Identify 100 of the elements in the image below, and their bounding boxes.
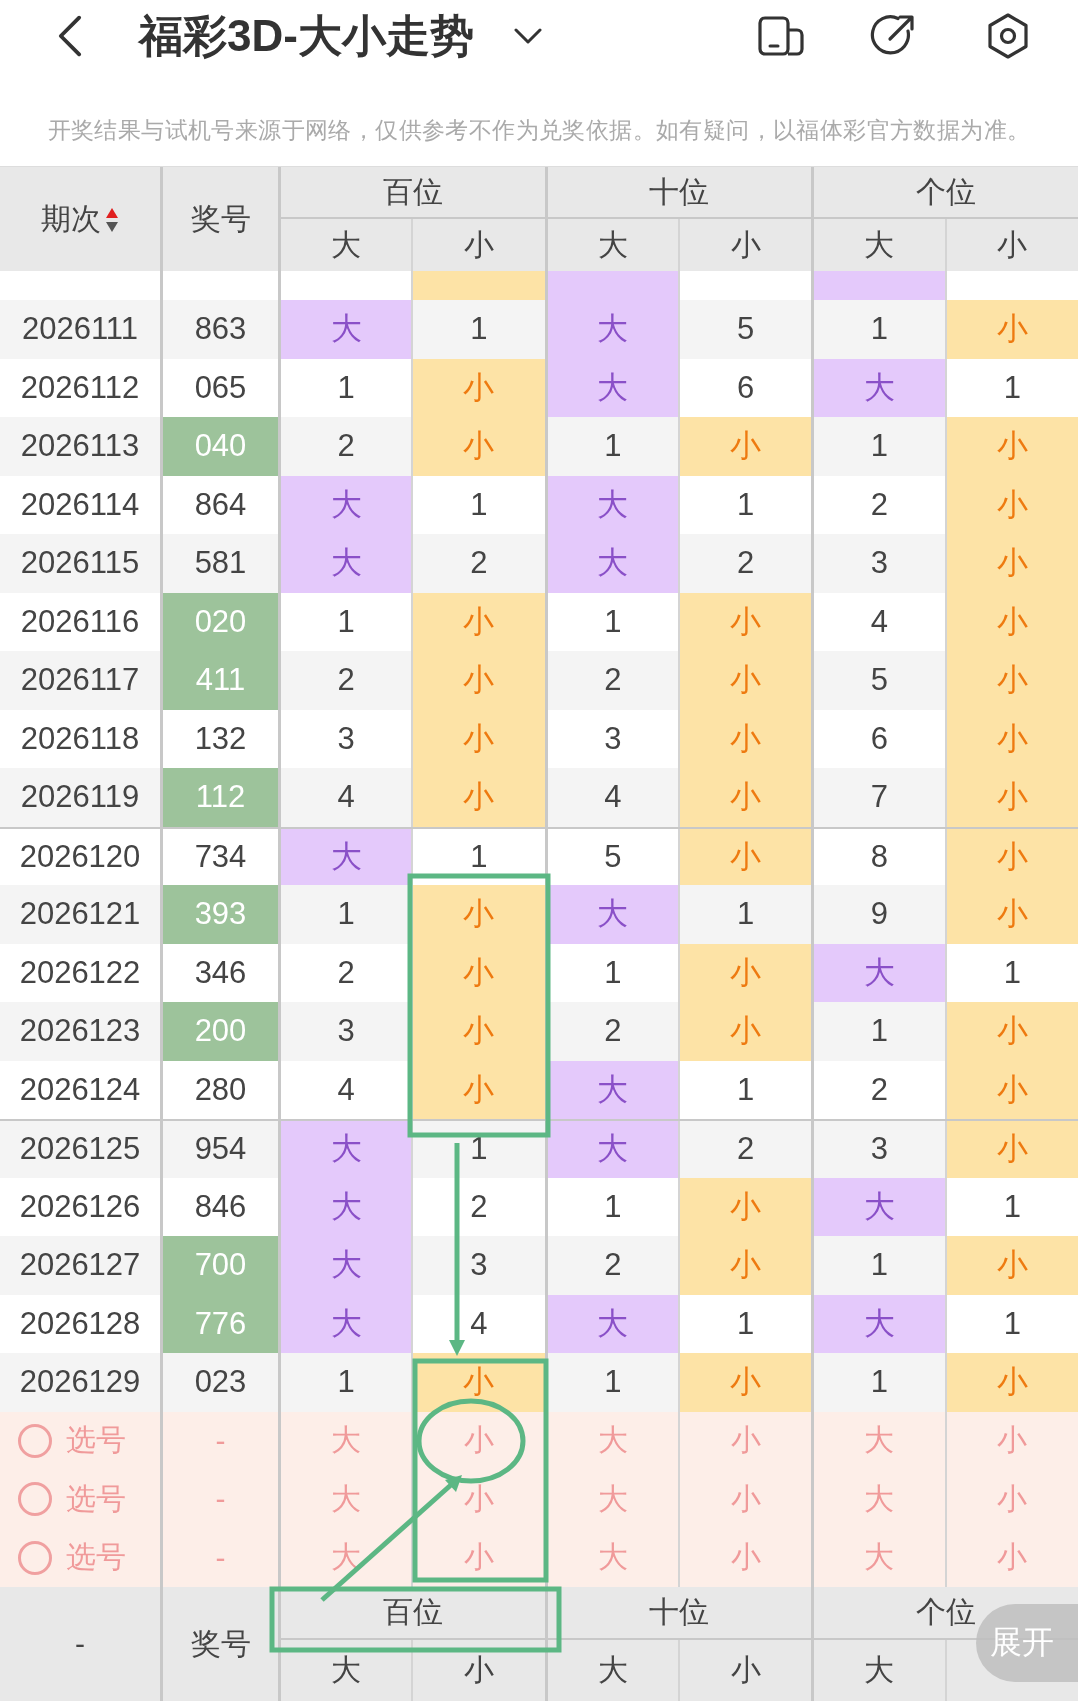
number-cell: - xyxy=(215,1540,226,1575)
period-cell: 2026111 xyxy=(21,311,139,348)
column-header[interactable]: 期次 xyxy=(41,199,101,240)
big-cell: 大 xyxy=(544,885,678,944)
pick-option[interactable]: 大 xyxy=(597,1420,628,1462)
device-icon[interactable] xyxy=(758,16,804,56)
small-cell: 小 xyxy=(678,768,812,827)
big-cell: 大 xyxy=(544,300,678,359)
small-cell: 小 xyxy=(678,417,812,476)
radio-button[interactable] xyxy=(18,1423,52,1458)
small-cell: 小 xyxy=(678,651,812,710)
pick-option[interactable]: 小 xyxy=(997,1478,1028,1520)
big-cell: 大 xyxy=(278,1294,412,1353)
period-cell: 2026122 xyxy=(19,954,141,991)
pick-option[interactable]: 小 xyxy=(997,1420,1028,1462)
small-cell: 小 xyxy=(678,828,812,885)
small-cell: 小 xyxy=(944,475,1078,534)
small-cell: 小 xyxy=(944,1236,1078,1295)
column-header: 小 xyxy=(464,227,494,263)
period-cell: 2026118 xyxy=(20,720,140,757)
small-cell: 小 xyxy=(411,1002,545,1061)
column-header: 十位 xyxy=(649,1594,710,1630)
pick-option[interactable]: 大 xyxy=(331,1420,362,1462)
disclaimer-text: 开奖结果与试机号来源于网络，仅供参考不作为兑奖依据。如有疑问，以福体彩官方数据为准。 xyxy=(46,116,1032,145)
period-cell: 2026114 xyxy=(20,486,140,523)
small-cell: 小 xyxy=(944,417,1078,476)
small-cell: 小 xyxy=(944,592,1078,651)
period-cell: 2026120 xyxy=(19,838,141,875)
small-cell: 小 xyxy=(411,1060,545,1119)
radio-button[interactable] xyxy=(18,1540,52,1575)
pick-option[interactable]: 小 xyxy=(730,1478,761,1520)
pick-option[interactable]: 小 xyxy=(730,1420,761,1462)
small-cell: 小 xyxy=(411,417,545,476)
pick-option[interactable]: 小 xyxy=(997,1537,1028,1579)
small-cell: 小 xyxy=(411,943,545,1002)
small-cell: 小 xyxy=(944,651,1078,710)
column-header: 十位 xyxy=(649,173,710,210)
column-header: 个位 xyxy=(916,1594,977,1630)
period-cell: 2026117 xyxy=(20,662,140,699)
pick-option[interactable]: 大 xyxy=(864,1537,895,1579)
column-header: 大 xyxy=(331,227,362,263)
pick-label: 选号 xyxy=(66,1539,126,1576)
small-cell: 小 xyxy=(411,651,545,710)
pick-option[interactable]: 小 xyxy=(730,1537,761,1579)
pick-option[interactable]: 小 xyxy=(464,1537,494,1579)
number-cell: 776 xyxy=(160,1294,278,1353)
column-header: - xyxy=(75,1627,85,1661)
pick-option[interactable]: 大 xyxy=(331,1478,362,1520)
pick-option[interactable]: 大 xyxy=(597,1537,628,1579)
pick-option[interactable]: 大 xyxy=(597,1478,628,1520)
column-header: 小 xyxy=(730,227,761,263)
small-cell: 小 xyxy=(678,709,812,768)
column-header: 大 xyxy=(331,1652,362,1688)
column-header: 大 xyxy=(597,227,628,263)
back-icon[interactable] xyxy=(56,14,83,58)
radio-button[interactable] xyxy=(18,1482,52,1517)
big-cell: 大 xyxy=(544,358,678,417)
pick-option[interactable]: 大 xyxy=(864,1420,895,1462)
big-cell: 大 xyxy=(544,1294,678,1353)
period-cell: 2026116 xyxy=(20,603,140,640)
big-cell: 大 xyxy=(278,1177,412,1236)
small-cell: 小 xyxy=(678,1353,812,1412)
period-cell: 2026123 xyxy=(19,1013,141,1050)
small-cell: 小 xyxy=(678,1236,812,1295)
period-cell: 2026112 xyxy=(20,369,140,406)
number-cell: 411 xyxy=(160,651,278,710)
small-cell: 小 xyxy=(678,1177,812,1236)
column-header: 百位 xyxy=(382,173,443,210)
pick-option[interactable]: 小 xyxy=(464,1420,494,1462)
column-header: 个位 xyxy=(916,173,977,210)
pick-label: 选号 xyxy=(66,1480,126,1517)
small-cell: 小 xyxy=(944,300,1078,359)
period-cell: 2026125 xyxy=(19,1131,141,1168)
big-cell: 大 xyxy=(544,1121,678,1178)
big-cell: 大 xyxy=(278,1121,412,1178)
period-cell: 2026127 xyxy=(19,1247,141,1284)
pick-option[interactable]: 大 xyxy=(864,1478,895,1520)
big-cell: 大 xyxy=(544,534,678,593)
big-cell: 大 xyxy=(278,300,412,359)
big-cell: 大 xyxy=(278,1236,412,1295)
column-header: 小 xyxy=(730,1652,761,1688)
column-header: 大 xyxy=(597,1652,628,1688)
number-cell: 200 xyxy=(160,1002,278,1061)
big-cell: 大 xyxy=(811,943,945,1002)
small-cell: 小 xyxy=(411,885,545,944)
small-cell: 小 xyxy=(411,592,545,651)
small-cell: 小 xyxy=(678,1002,812,1061)
big-cell: 大 xyxy=(811,358,945,417)
settings-icon[interactable] xyxy=(986,13,1030,59)
number-cell: 040 xyxy=(160,417,278,476)
big-cell: 大 xyxy=(811,1294,945,1353)
chevron-down-icon[interactable] xyxy=(513,28,542,44)
column-header: 大 xyxy=(864,227,895,263)
pick-option[interactable]: 小 xyxy=(464,1478,494,1520)
big-cell: 大 xyxy=(278,534,412,593)
expand-button[interactable]: 展开 xyxy=(976,1604,1078,1682)
period-cell: 2026121 xyxy=(19,896,141,933)
big-cell: 大 xyxy=(278,828,412,885)
big-cell: 大 xyxy=(278,475,412,534)
column-header: 奖号 xyxy=(190,201,251,237)
